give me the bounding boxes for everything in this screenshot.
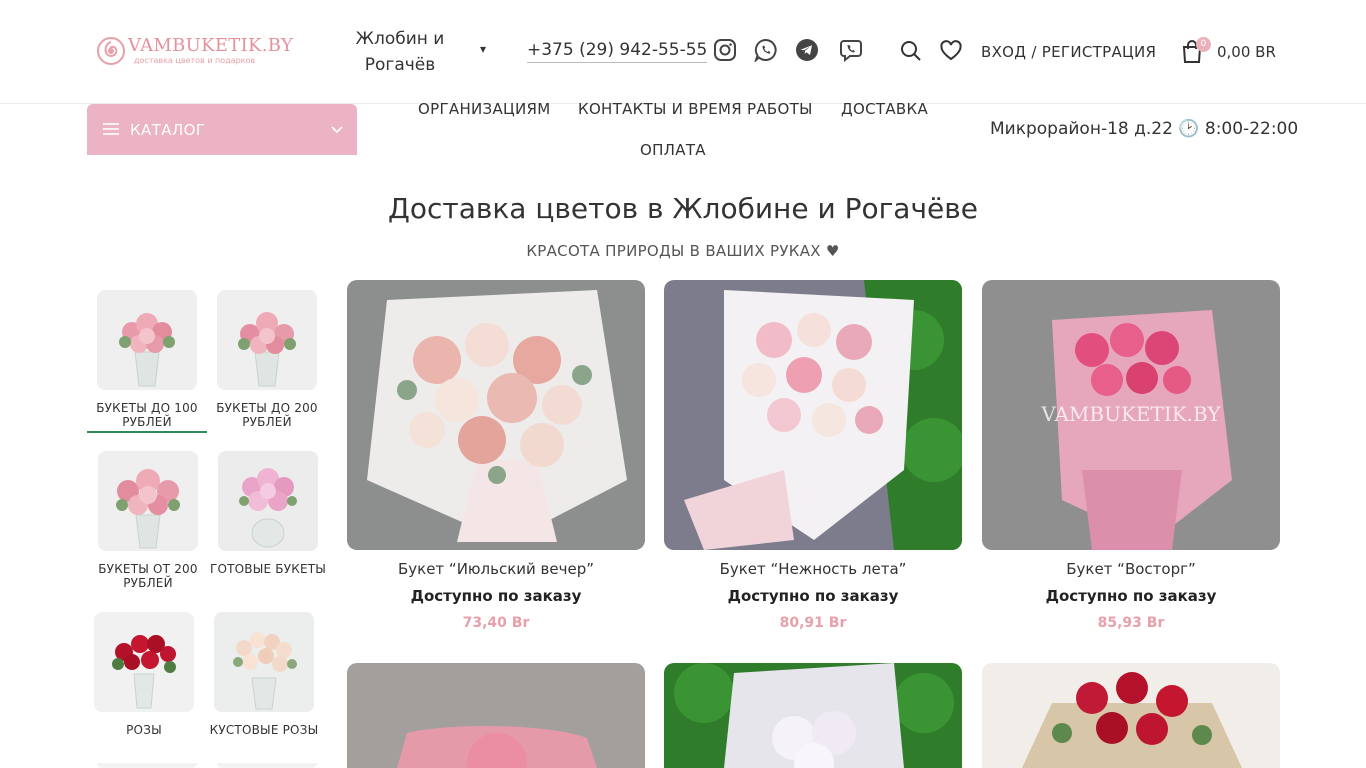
bouquet-image	[347, 280, 645, 550]
nav-link-contacts[interactable]: КОНТАКТЫ И ВРЕМЯ РАБОТЫ	[578, 100, 813, 118]
logo-subtitle: доставка цветов и подарков	[134, 56, 256, 65]
store-address-hours: Микрорайон-18 д.22 🕑 8:00-22:00	[990, 119, 1299, 139]
product-image-row2-3[interactable]	[982, 663, 1280, 768]
product-price: 85,93 Br	[1097, 615, 1165, 631]
category-image-under-200[interactable]	[217, 290, 317, 390]
category-thumbnail-image	[217, 763, 317, 768]
nav-link-payment[interactable]: ОПЛАТА	[640, 141, 706, 159]
category-image-roses[interactable]	[94, 612, 194, 712]
viber-icon[interactable]	[839, 38, 863, 62]
nav-link-organizations[interactable]: ОРГАНИЗАЦИЯМ	[418, 100, 550, 118]
watermark-text: VAMBUKETIK.BY	[1041, 402, 1221, 426]
page-title: Доставка цветов в Жлобине и Рогачёве	[388, 192, 978, 225]
category-label-ready-bouquets[interactable]: ГОТОВЫЕ БУКЕТЫ	[203, 562, 333, 576]
spray-roses-vase-image	[214, 612, 314, 712]
cart-count-badge: 0	[1196, 37, 1211, 52]
product-image-row2-1[interactable]	[347, 663, 645, 768]
pink-roses-vase-image	[217, 290, 317, 390]
login-register-link[interactable]: ВХОД / РЕГИСТРАЦИЯ	[981, 43, 1156, 61]
product-image-summer-tenderness[interactable]	[664, 280, 962, 550]
active-category-underline	[87, 431, 207, 433]
category-thumbnail-image	[97, 763, 197, 768]
product-image-july-evening[interactable]	[347, 280, 645, 550]
pink-roses-vase-image	[98, 451, 198, 551]
menu-icon	[103, 123, 119, 135]
heart-icon[interactable]	[940, 40, 962, 62]
product-name[interactable]: Букет “Июльский вечер”	[347, 560, 645, 578]
logo-title: VAMBUKETIK.BY	[128, 35, 294, 56]
category-image-ready-bouquets[interactable]	[218, 451, 318, 551]
category-label-spray-roses[interactable]: КУСТОВЫЕ РОЗЫ	[199, 723, 329, 737]
search-icon[interactable]	[900, 40, 922, 62]
category-label-under-100[interactable]: БУКЕТЫ ДО 100 РУБЛЕЙ	[82, 401, 212, 429]
product-availability: Доступно по заказу	[1045, 587, 1217, 605]
logo[interactable]: VAMBUKETIK.BY доставка цветов и подарков	[96, 36, 293, 66]
pink-chrysanthemums-vase-image	[218, 451, 318, 551]
category-image-under-100[interactable]	[97, 290, 197, 390]
product-availability: Доступно по заказу	[727, 587, 899, 605]
chevron-down-icon	[331, 126, 343, 134]
category-image-spray-roses[interactable]	[214, 612, 314, 712]
cart-total[interactable]: 0,00 BR	[1217, 43, 1276, 61]
bouquet-image	[664, 663, 962, 768]
city-selector[interactable]: Жлобин и Рогачёв ▾	[340, 26, 500, 78]
category-label-roses[interactable]: РОЗЫ	[79, 723, 209, 737]
category-image-partial[interactable]	[97, 758, 197, 768]
red-roses-vase-image	[94, 612, 194, 712]
product-name[interactable]: Букет “Восторг”	[982, 560, 1280, 578]
chevron-down-icon: ▾	[480, 42, 487, 56]
category-label-over-200[interactable]: БУКЕТЫ ОТ 200 РУБЛЕЙ	[83, 562, 213, 590]
catalog-button[interactable]: КАТАЛОГ	[87, 104, 357, 155]
category-label-under-200[interactable]: БУКЕТЫ ДО 200 РУБЛЕЙ	[202, 401, 332, 429]
product-price: 73,40 Br	[462, 615, 530, 631]
nav-link-delivery[interactable]: ДОСТАВКА	[841, 100, 928, 118]
product-availability: Доступно по заказу	[410, 587, 582, 605]
catalog-label: КАТАЛОГ	[130, 121, 206, 139]
product-name[interactable]: Букет “Нежность лета”	[664, 560, 962, 578]
pink-roses-vase-image	[97, 290, 197, 390]
whatsapp-icon[interactable]	[754, 38, 778, 62]
category-image-partial[interactable]	[217, 758, 317, 768]
product-image-row2-2[interactable]	[664, 663, 962, 768]
product-price: 80,91 Br	[779, 615, 847, 631]
bouquet-image	[347, 663, 645, 768]
page-subtitle: КРАСОТА ПРИРОДЫ В ВАШИХ РУКАХ ♥	[526, 242, 840, 260]
phone-link[interactable]: +375 (29) 942-55-55	[527, 40, 708, 63]
instagram-icon[interactable]	[713, 38, 737, 62]
site-header: VAMBUKETIK.BY доставка цветов и подарков…	[0, 0, 1366, 104]
product-image-delight[interactable]: VAMBUKETIK.BY	[982, 280, 1280, 550]
category-image-over-200[interactable]	[98, 451, 198, 551]
bouquet-image	[982, 663, 1280, 768]
city-label: Жлобин и Рогачёв	[355, 29, 445, 75]
telegram-icon[interactable]	[795, 38, 819, 62]
rose-logo-icon	[97, 37, 125, 65]
bouquet-image	[664, 280, 962, 550]
